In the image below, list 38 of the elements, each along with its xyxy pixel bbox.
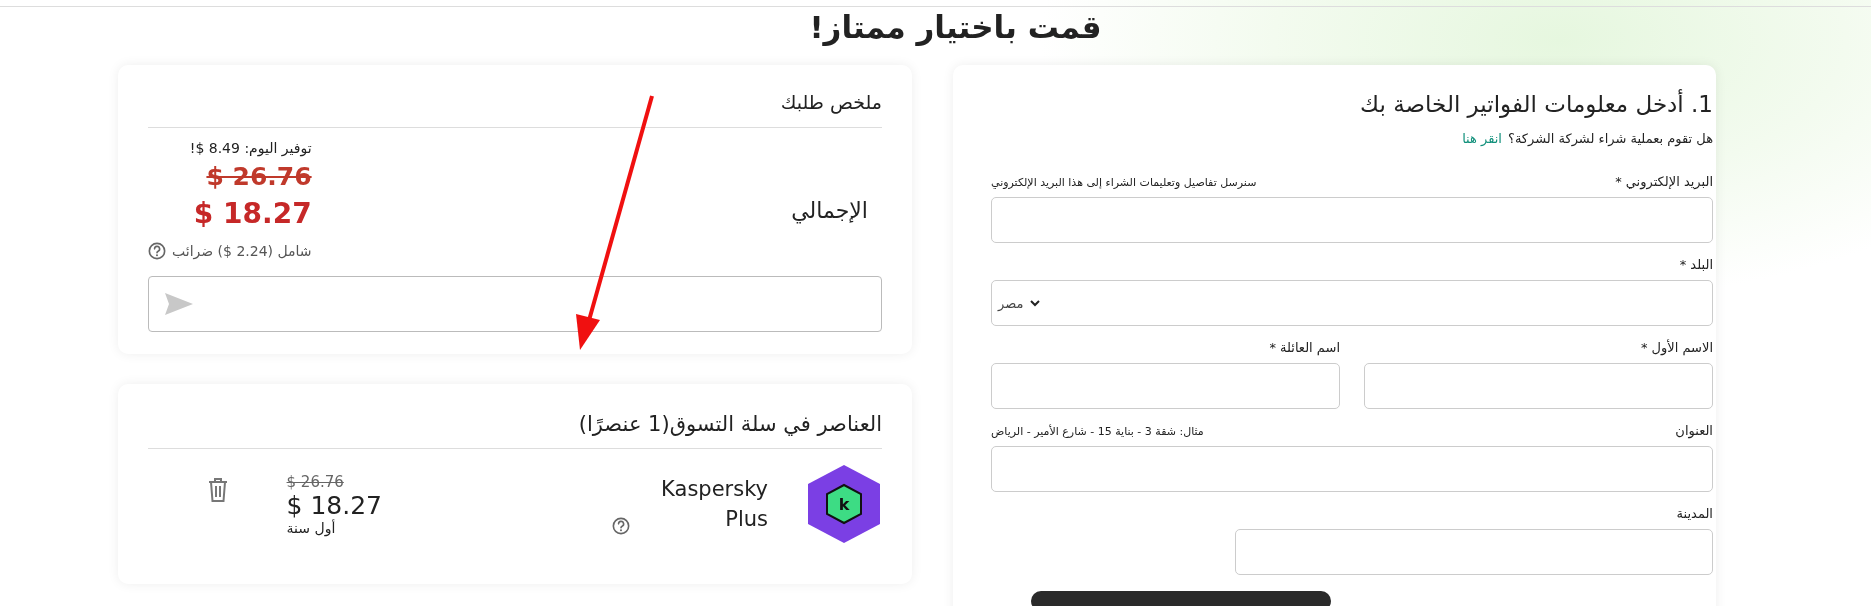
old-price: $ 26.76 <box>206 162 312 191</box>
page-title: قمت باختيار ممتاز! <box>808 9 1103 45</box>
product-logo: k <box>806 463 882 545</box>
summary-title: ملخص طلبك <box>148 85 882 128</box>
product-name: Kaspersky Plus <box>660 475 768 533</box>
input-field[interactable] <box>991 197 1713 243</box>
help-icon[interactable] <box>148 242 166 260</box>
input-field[interactable] <box>991 363 1340 409</box>
click-here-link[interactable]: انقر هنا <box>1462 131 1502 146</box>
cart-title: العناصر في سلة التسوق(1 عنصرًا) <box>148 412 882 449</box>
field-label: اسم العائلة * <box>1269 340 1340 355</box>
input-field[interactable] <box>991 446 1713 492</box>
savings-text: توفير اليوم: 8.49 $! <box>189 140 312 156</box>
field-hint: سنرسل تفاصيل وتعليمات الشراء إلى هذا البريد الإلكتروني <box>991 176 1257 189</box>
input-field[interactable] <box>1364 363 1713 409</box>
field-label: المدينة <box>1676 506 1713 521</box>
dark-button[interactable] <box>1031 591 1331 606</box>
total-price: $ 18.27 <box>193 197 312 230</box>
chevron-down-icon <box>1029 297 1042 309</box>
tax-note: شامل (2.24 $) ضرائب <box>172 243 312 259</box>
help-icon[interactable] <box>612 517 630 535</box>
total-label: الإجمالي <box>791 197 868 223</box>
section-title: 1. أدخل معلومات الفواتير الخاصة بك <box>1359 91 1713 117</box>
send-icon[interactable] <box>163 291 195 317</box>
item-price: $ 18.27 <box>286 490 382 520</box>
input-field[interactable] <box>1235 529 1713 575</box>
field-label: البلد * <box>1679 257 1713 272</box>
field-label: البريد الإلكتروني * <box>1615 174 1713 189</box>
field-label: الاسم الأول * <box>1640 340 1713 355</box>
field-hint: مثال: شقة 3 - بناية 15 - شارع الأمير - الرياض <box>991 425 1204 438</box>
old-price: $ 26.76 <box>286 472 344 491</box>
coupon-field[interactable] <box>148 276 882 332</box>
company-question: هل تقوم بعملية شراء لشركة الشركة؟ <box>1508 131 1713 146</box>
billing-period: أول سنة <box>286 519 336 536</box>
select-value: مصر <box>998 295 1024 311</box>
trash-icon[interactable] <box>206 477 229 503</box>
country-select[interactable]: مصر <box>991 280 1713 326</box>
field-label: العنوان <box>1675 423 1713 438</box>
